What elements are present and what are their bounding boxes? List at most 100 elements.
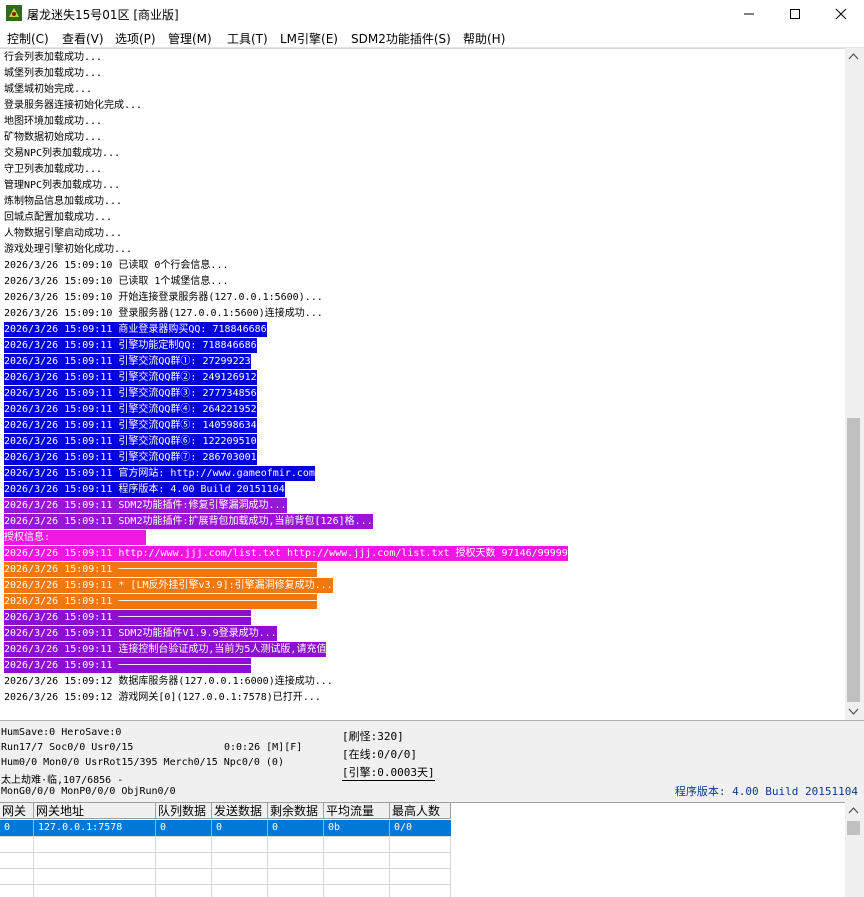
log-line: 人物数据引擎启动成功... bbox=[4, 228, 123, 239]
grid-col-line bbox=[33, 836, 34, 897]
grid-cell-max-users: 0/0 bbox=[394, 822, 413, 833]
grid-cell-gate: 0 bbox=[0, 820, 34, 836]
status-run: Run17/7 Soc0/0 Usr0/15 bbox=[1, 742, 134, 753]
gateway-grid[interactable]: 网关 网关地址 队列数据 发送数据 剩余数据 平均流量 最高人数 0 127.0… bbox=[0, 802, 845, 897]
maximize-icon bbox=[790, 9, 800, 19]
close-button[interactable] bbox=[818, 0, 864, 27]
grid-row-line bbox=[0, 868, 451, 869]
log-line: 2026/3/26 15:09:11 程序版本: 4.00 Build 2015… bbox=[4, 482, 285, 497]
table-row[interactable]: 0 127.0.0.1:7578 0 0 0 0b 0/0 bbox=[0, 820, 451, 836]
log-line: 城堡列表加载成功... bbox=[4, 68, 103, 79]
status-refresh: [刷怪:320] bbox=[342, 730, 404, 743]
log-line: 2026/3/26 15:09:11 SDM2功能插件:修复引擎漏洞成功... bbox=[4, 498, 287, 513]
log-line: 2026/3/26 15:09:12 游戏网关[0](127.0.0.1:757… bbox=[4, 692, 321, 703]
log-scrollbar-thumb[interactable] bbox=[847, 418, 860, 702]
log-line: 登录服务器连接初始化完成... bbox=[4, 100, 143, 111]
log-line: 2026/3/26 15:09:11 引擎交流QQ群①: 27299223 bbox=[4, 354, 251, 369]
grid-col-line bbox=[323, 836, 324, 897]
log-line: 2026/3/26 15:09:11 SDM2功能插件V1.9.9登录成功... bbox=[4, 626, 277, 641]
log-line: 2026/3/26 15:09:11 引擎交流QQ群④: 264221952 bbox=[4, 402, 257, 417]
log-line: 2026/3/26 15:09:10 登录服务器(127.0.0.1:5600)… bbox=[4, 308, 323, 319]
window-title: 屠龙迷失15号01区 [商业版] bbox=[27, 8, 179, 22]
grid-col-line bbox=[155, 836, 156, 897]
grid-cell-send: 0 bbox=[212, 820, 268, 836]
title-bar[interactable]: 屠龙迷失15号01区 [商业版] bbox=[0, 0, 864, 27]
log-line: 回城点配置加载成功... bbox=[4, 212, 113, 223]
grid-col-line bbox=[450, 836, 451, 897]
log-line: 2026/3/26 15:09:11 ─────────────────────… bbox=[4, 658, 251, 673]
scroll-down-icon[interactable] bbox=[845, 703, 862, 720]
log-output[interactable]: 行会列表加载成功... 城堡列表加载成功... 城堡城初始完成... 登录服务器连接初… bbox=[0, 48, 845, 721]
log-line: 2026/3/26 15:09:11 ─────────────────────… bbox=[4, 610, 251, 625]
log-line: 2026/3/26 15:09:10 已读取 0个行会信息... bbox=[4, 260, 229, 271]
log-line: 2026/3/26 15:09:10 开始连接登录服务器(127.0.0.1:5… bbox=[4, 292, 323, 303]
grid-cell-remain: 0 bbox=[268, 820, 324, 836]
log-line: 2026/3/26 15:09:12 数据库服务器(127.0.0.1:6000… bbox=[4, 676, 333, 687]
log-line: 授权信息: bbox=[4, 530, 147, 545]
grid-cell-address: 127.0.0.1:7578 bbox=[34, 820, 156, 836]
grid-col-line bbox=[267, 836, 268, 897]
grid-cell-avg-flow: 0b bbox=[324, 820, 390, 836]
log-line: 2026/3/26 15:09:11 * [LM反外挂引擎v3.9]:引擎漏洞修… bbox=[4, 578, 333, 593]
log-line: 2026/3/26 15:09:11 SDM2功能插件:扩展背包加载成功,当前背… bbox=[4, 514, 373, 529]
status-timer: 0:0:26 [M][F] bbox=[224, 742, 303, 753]
status-monster: MonG0/0/0 MonP0/0/0 ObjRun0/0 bbox=[1, 786, 176, 797]
grid-header-address[interactable]: 网关地址 bbox=[34, 803, 156, 819]
grid-header-remain[interactable]: 剩余数据 bbox=[268, 803, 324, 819]
log-line: 2026/3/26 15:09:11 引擎交流QQ群⑦: 286703001 bbox=[4, 450, 257, 465]
log-line: 2026/3/26 15:09:11 ─────────────────────… bbox=[4, 594, 318, 609]
menu-lm-engine[interactable]: LM引擎(E) bbox=[280, 30, 338, 47]
status-hum: Hum0/0 Mon0/0 UsrRot15/395 Merch0/15 Npc… bbox=[1, 757, 284, 768]
menu-manage[interactable]: 管理(M) bbox=[168, 30, 212, 47]
menu-bar: 控制(C) 查看(V) 选项(P) 管理(M) 工具(T) LM引擎(E) SD… bbox=[0, 27, 864, 48]
grid-header-gate[interactable]: 网关 bbox=[0, 803, 34, 819]
log-line: 2026/3/26 15:09:11 引擎交流QQ群③: 277734856 bbox=[4, 386, 257, 401]
log-line: 守卫列表加载成功... bbox=[4, 164, 103, 175]
log-scrollbar[interactable] bbox=[845, 48, 862, 720]
grid-cell-queue: 0 bbox=[156, 820, 212, 836]
menu-help[interactable]: 帮助(H) bbox=[463, 30, 505, 47]
log-line: 炼制物品信息加载成功... bbox=[4, 196, 123, 207]
log-line: 2026/3/26 15:09:11 引擎交流QQ群⑤: 140598634 bbox=[4, 418, 257, 433]
log-line: 2026/3/26 15:09:11 ─────────────────────… bbox=[4, 562, 318, 577]
log-line: 2026/3/26 15:09:11 商业登录器购买QQ: 718846686 bbox=[4, 322, 267, 337]
app-icon bbox=[6, 5, 22, 21]
status-panel: HumSave:0 HeroSave:0 Run17/7 Soc0/0 Usr0… bbox=[0, 720, 864, 801]
grid-scrollbar[interactable] bbox=[845, 802, 862, 896]
log-line: 交易NPC列表加载成功... bbox=[4, 148, 121, 159]
log-line: 2026/3/26 15:09:11 连接控制台验证成功,当前为5人测试版,请充… bbox=[4, 642, 327, 657]
grid-row-line bbox=[0, 884, 451, 885]
log-line: 2026/3/26 15:09:11 http://www.jjj.com/li… bbox=[4, 546, 568, 561]
menu-view[interactable]: 查看(V) bbox=[62, 30, 104, 47]
grid-header-max-users[interactable]: 最高人数 bbox=[390, 803, 451, 819]
log-line: 2026/3/26 15:09:11 引擎交流QQ群⑥: 122209510 bbox=[4, 434, 257, 449]
menu-sdm2-plugin[interactable]: SDM2功能插件(S) bbox=[351, 30, 451, 47]
log-line: 行会列表加载成功... bbox=[4, 52, 103, 63]
scroll-up-icon[interactable] bbox=[845, 802, 862, 819]
log-line: 2026/3/26 15:09:11 官方网站: http://www.game… bbox=[4, 466, 315, 481]
grid-header-send[interactable]: 发送数据 bbox=[212, 803, 268, 819]
menu-control[interactable]: 控制(C) bbox=[7, 30, 49, 47]
version-label: 程序版本: 4.00 Build 20151104 bbox=[674, 785, 858, 798]
log-line: 城堡城初始完成... bbox=[4, 84, 93, 95]
grid-header-queue[interactable]: 队列数据 bbox=[156, 803, 212, 819]
log-line: 2026/3/26 15:09:11 引擎功能定制QQ: 718846686 bbox=[4, 338, 257, 353]
grid-row-line bbox=[0, 836, 451, 837]
status-online: [在线:0/0/0] bbox=[342, 748, 417, 761]
status-engine: [引擎:0.0003天] bbox=[342, 766, 435, 781]
grid-scrollbar-thumb[interactable] bbox=[847, 821, 860, 835]
log-line: 管理NPC列表加载成功... bbox=[4, 180, 121, 191]
log-line: 2026/3/26 15:09:10 已读取 1个城堡信息... bbox=[4, 276, 229, 287]
menu-options[interactable]: 选项(P) bbox=[115, 30, 156, 47]
menu-tools[interactable]: 工具(T) bbox=[227, 30, 268, 47]
log-line: 游戏处理引擎初始化成功... bbox=[4, 244, 133, 255]
grid-header-avg-flow[interactable]: 平均流量 bbox=[324, 803, 390, 819]
grid-col-line bbox=[389, 836, 390, 897]
maximize-button[interactable] bbox=[772, 0, 818, 27]
minimize-icon bbox=[744, 13, 754, 15]
scroll-up-icon[interactable] bbox=[845, 48, 862, 65]
log-line: 地图环境加载成功... bbox=[4, 116, 103, 127]
status-save: HumSave:0 HeroSave:0 bbox=[1, 727, 122, 738]
close-icon bbox=[835, 8, 847, 20]
minimize-button[interactable] bbox=[726, 0, 772, 27]
